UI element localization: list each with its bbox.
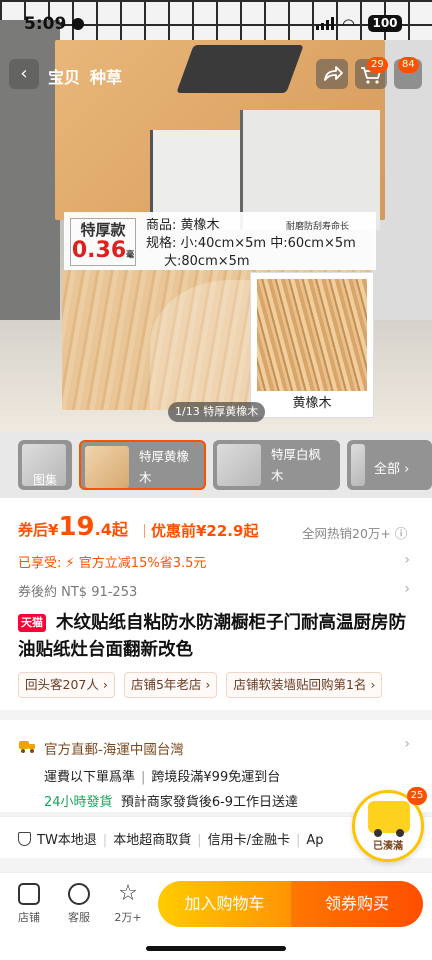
product-title: 木纹贴纸自粘防水防潮橱柜子门耐高温厨房防油贴纸灶台面翻新改色 (18, 613, 406, 660)
chevron-right-icon: › (404, 736, 410, 752)
chat-icon (68, 883, 90, 905)
tag-label: 店铺软装墙贴回购第1名 (233, 677, 367, 692)
price-after-coupon: 券后¥19.4起 (18, 512, 128, 542)
chevron-right-icon: › (404, 581, 410, 597)
wifi-icon: ◠ (342, 15, 356, 33)
message-badge: 84 (398, 57, 419, 73)
spec-overlay: 特厚款 0.36毫米 商品: 黄橡木 耐磨防刮寿命长 规格: 小:40cm×5m… (64, 212, 376, 287)
status-time: 5:09 (24, 14, 67, 34)
star-icon: ☆ (118, 881, 138, 906)
spec-line-2: 大:80cm×5m (164, 254, 250, 269)
add-to-cart-button[interactable]: 加入购物车 (158, 881, 291, 927)
spec-line-1: 规格: 小:40cm×5m 中:60cm×5m (146, 236, 356, 251)
sales-count[interactable]: 全网热销20万+ ⓘ (302, 523, 407, 542)
favorite-count: 2万+ (114, 911, 142, 924)
favorite-button[interactable]: ☆ 2万+ (108, 883, 148, 925)
float-badge: 25 (407, 787, 427, 805)
product-info-panel: 券后¥19.4起 优惠前¥22.9起 全网热销20万+ ⓘ 已享受: ⚡ 官方立… (0, 498, 432, 710)
tag-store-rank[interactable]: 店铺软装墙贴回购第1名 › (226, 672, 383, 698)
customer-service-button[interactable]: 客服 (59, 883, 99, 925)
store-icon (18, 883, 40, 905)
price-before-discount: 优惠前¥22.9起 (151, 522, 259, 540)
view-all-label: 全部 (374, 462, 401, 477)
shipping-time-row: 24小時發貨 預計商家發貨後6-9工作日送達 (44, 791, 298, 810)
tab-seeding[interactable]: 种草 (90, 64, 122, 88)
delivery-truck-icon (19, 741, 35, 753)
share-button[interactable] (316, 59, 348, 89)
status-bar: 5:09 ◠ 100 (0, 0, 432, 50)
buy-with-coupon-button[interactable]: 领券购买 (291, 881, 423, 927)
ship-24h: 24小時發貨 (44, 795, 113, 810)
battery-icon: 100 (368, 15, 402, 32)
price-decimal: .4起 (94, 520, 128, 539)
back-button[interactable]: ‹ (9, 59, 39, 89)
coupon-price-row[interactable]: 券後約 NT$ 91-253 (18, 581, 137, 600)
guarantee-list: TW本地退 | 本地超商取貨 | 信用卡/金融卡 | Ap (18, 829, 324, 848)
view-all-button[interactable]: 全部 › (374, 458, 409, 477)
shipping-fee-row: 運費以下單爲準 | 跨境段滿¥99免運到台 (44, 770, 281, 785)
delivery-estimate: 預計商家發貨後6-9工作日送達 (120, 795, 299, 810)
discount-row[interactable]: 已享受: ⚡ 官方立减15%省3.5元 (18, 552, 206, 571)
product-page: 特厚款 0.36毫米 商品: 黄橡木 耐磨防刮寿命长 规格: 小:40cm×5m… (0, 0, 432, 960)
cart-badge: 29 (367, 57, 388, 73)
share-icon (324, 66, 343, 81)
variant-thumbnail-strip: 特厚黄橡木 特厚白枫木 (0, 432, 432, 498)
thickness-label: 特厚款 (80, 221, 126, 239)
durability-text: 耐磨防刮寿命长 (286, 222, 350, 232)
store-button[interactable]: 店铺 (9, 883, 49, 925)
price-after-label: 券后 (18, 521, 49, 539)
guarantee-item: TW本地退 (37, 833, 97, 848)
thickness-tag: 特厚款 0.36毫米 (70, 218, 136, 287)
thumb-label: 特厚黄橡木 (139, 449, 190, 485)
product-name-overlay: 商品: 黄橡木 (146, 218, 220, 233)
tag-repeat-customers[interactable]: 回头客207人 › (18, 672, 115, 698)
thumb-variant-yellow-oak[interactable]: 特厚黄橡木 (79, 440, 206, 490)
guarantee-item: 信用卡/金融卡 (207, 833, 290, 848)
shipping-title: 官方直郵-海運中國台灣 (44, 742, 184, 758)
sales-text: 全网热销20万+ (302, 526, 391, 541)
thumb-image (85, 446, 129, 488)
wood-swatch-card: 黄橡木 (250, 272, 374, 418)
gallery-label: 图集 (33, 473, 58, 487)
tab-item[interactable]: 宝贝 (48, 64, 80, 88)
shield-icon (18, 832, 31, 846)
tag-label: 店铺5年老店 (130, 677, 202, 692)
price-divider (144, 524, 145, 538)
thumb-image (351, 444, 365, 486)
wood-swatch-image (257, 279, 367, 391)
price-integer: 19 (58, 512, 95, 542)
thumb-image (217, 444, 261, 486)
lightning-icon: ⚡ (65, 556, 79, 571)
cart-button[interactable]: 29 (355, 57, 388, 89)
sink-photo (176, 45, 304, 93)
image-counter: 1/13 特厚黄橡木 (168, 402, 266, 422)
swatch-label: 黄橡木 (292, 396, 332, 411)
thumb-variant-white-maple[interactable]: 特厚白枫木 (213, 440, 340, 490)
discount-text: 官方立减15%省3.5元 (78, 556, 207, 571)
tag-store-age[interactable]: 店铺5年老店 › (123, 672, 218, 698)
free-shipping-float-button[interactable]: 已湊滿 25 (352, 787, 427, 862)
guarantee-item: 本地超商取貨 (113, 833, 192, 848)
focus-moon-icon (72, 18, 84, 30)
guarantee-item: Ap (306, 833, 324, 848)
free-shipping-threshold: 跨境段滿¥99免運到台 (151, 770, 281, 785)
thumb-label: 特厚白枫木 (271, 447, 322, 483)
tag-label: 回头客207人 (25, 677, 99, 692)
service-label: 客服 (68, 911, 90, 924)
chevron-right-icon: › (404, 552, 410, 568)
store-tags: 回头客207人 › 店铺5年老店 › 店铺软装墙贴回购第1名 › (18, 672, 386, 698)
more-menu-button[interactable]: 84 (394, 57, 422, 89)
cellular-signal-icon (316, 17, 336, 30)
delivery-truck-icon (368, 801, 410, 837)
float-label: 已湊滿 (373, 841, 403, 852)
home-indicator (146, 946, 286, 951)
store-label: 店铺 (18, 911, 40, 924)
enjoyed-label: 已享受: (18, 556, 62, 571)
shipping-fee: 運費以下單爲準 (44, 770, 136, 785)
currency-symbol: ¥ (48, 521, 59, 539)
tmall-badge: 天猫 (18, 614, 46, 632)
